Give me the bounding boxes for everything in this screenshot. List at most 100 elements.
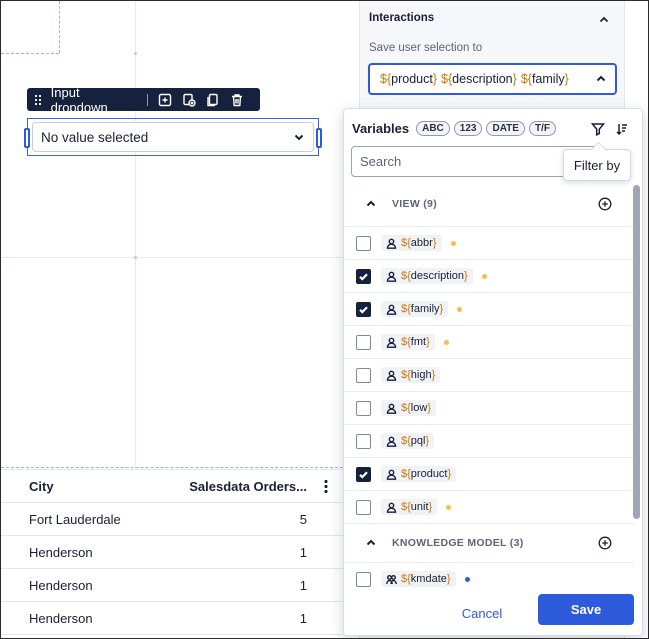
popover-footer: Cancel Save: [344, 589, 642, 635]
filter-icon[interactable]: [590, 122, 606, 137]
group-user-icon: [386, 574, 397, 585]
check-icon: [359, 272, 368, 281]
more-vertical-icon: [324, 479, 328, 493]
cell-orders: 1: [299, 610, 307, 626]
canvas-guide: [1, 467, 343, 468]
canvas-guide: [135, 1, 136, 469]
canvas-guide: [1, 53, 59, 54]
status-dot: [443, 339, 449, 345]
checkbox-unchecked[interactable]: [356, 571, 371, 587]
variable-name: high: [410, 369, 432, 381]
status-dot: [446, 504, 452, 510]
type-tag-number[interactable]: 123: [453, 121, 483, 136]
cell-orders: 5: [299, 511, 307, 527]
variable-pill: ${fmt}: [381, 334, 435, 350]
selected-variables: ${product} ${description} ${family}: [380, 72, 589, 86]
data-table: City Salesdata Orders... Fort Lauderdale…: [1, 469, 343, 635]
component-toolbar: Input dropdown: [27, 85, 260, 115]
selected-variable-token: ${family}: [520, 72, 569, 86]
group-header-view[interactable]: VIEW (9): [344, 185, 634, 223]
checkbox-unchecked[interactable]: [356, 334, 371, 350]
checkbox-checked[interactable]: [356, 301, 371, 317]
copy-icon[interactable]: [206, 93, 220, 107]
variable-row[interactable]: ${abbr}: [344, 226, 634, 259]
popover-header: Variables ABC 123 DATE T/F: [352, 121, 560, 136]
cell-city: Fort Lauderdale: [29, 511, 121, 527]
checkbox-unchecked[interactable]: [356, 235, 371, 251]
canvas-guide: [1, 257, 343, 258]
check-icon: [359, 470, 368, 479]
variable-pill: ${product}: [381, 466, 457, 482]
column-menu-button[interactable]: [311, 479, 341, 493]
checkbox-unchecked[interactable]: [356, 367, 371, 383]
user-icon: [386, 469, 397, 480]
dropdown-select[interactable]: No value selected: [32, 122, 314, 152]
toolbar-divider: [147, 93, 148, 106]
type-tag-text[interactable]: ABC: [416, 121, 450, 136]
user-icon: [386, 436, 397, 447]
group-header-knowledge-model[interactable]: KNOWLEDGE MODEL (3): [344, 523, 634, 561]
type-tag-date[interactable]: DATE: [486, 121, 525, 136]
user-icon: [386, 337, 397, 348]
dropdown-value: No value selected: [41, 129, 149, 145]
checkbox-unchecked[interactable]: [356, 400, 371, 416]
checkbox-checked[interactable]: [356, 466, 371, 482]
resize-handle-right[interactable]: [316, 128, 322, 148]
input-dropdown-component[interactable]: No value selected: [24, 118, 322, 156]
variable-row[interactable]: ${low}: [344, 391, 634, 424]
column-header-orders[interactable]: Salesdata Orders...: [186, 479, 311, 494]
variable-row[interactable]: ${high}: [344, 358, 634, 391]
popover-scrollbar[interactable]: [633, 185, 640, 519]
group-label: KNOWLEDGE MODEL (3): [392, 536, 524, 549]
variable-name: kmdate: [410, 573, 447, 585]
variable-name: fmt: [410, 336, 427, 348]
variable-name: family: [410, 303, 440, 315]
save-button[interactable]: Save: [538, 594, 634, 625]
status-dot: [457, 306, 463, 312]
cancel-button[interactable]: Cancel: [452, 601, 512, 625]
add-circle-icon[interactable]: [598, 536, 612, 550]
checkbox-checked[interactable]: [356, 268, 371, 284]
sort-icon[interactable]: [615, 122, 629, 136]
chevron-up-icon[interactable]: [365, 537, 377, 549]
chevron-up-icon[interactable]: [365, 198, 377, 210]
resize-handle-left[interactable]: [24, 128, 30, 148]
group-label: VIEW (9): [392, 198, 437, 210]
variable-row[interactable]: ${product}: [344, 457, 634, 490]
checkbox-unchecked[interactable]: [356, 433, 371, 449]
variable-name: product: [410, 468, 448, 480]
variable-row[interactable]: ${description}: [344, 259, 634, 292]
selected-variable-token: ${description}: [441, 72, 517, 86]
variable-name: abbr: [410, 237, 433, 249]
variable-select-input[interactable]: ${product} ${description} ${family}: [368, 63, 617, 95]
variable-name: unit: [410, 501, 429, 513]
save-selection-label: Save user selection to: [369, 42, 483, 54]
status-dot: [481, 273, 487, 279]
variable-pill: ${abbr}: [381, 235, 442, 251]
variable-row[interactable]: ${unit}: [344, 490, 634, 523]
variable-row[interactable]: ${pql}: [344, 424, 634, 457]
filter-tooltip: Filter by: [563, 149, 631, 181]
user-icon: [386, 271, 397, 282]
trash-icon[interactable]: [230, 93, 244, 107]
cell-city: Henderson: [29, 610, 93, 626]
variable-row[interactable]: ${fmt}: [344, 325, 634, 358]
duplicate-add-icon[interactable]: [182, 93, 196, 107]
checkbox-unchecked[interactable]: [356, 499, 371, 515]
column-header-city[interactable]: City: [1, 479, 186, 494]
status-dot: [464, 576, 470, 582]
variable-row[interactable]: ${family}: [344, 292, 634, 325]
chevron-up-icon: [595, 73, 607, 85]
canvas-guide: [59, 1, 60, 53]
user-icon: [386, 304, 397, 315]
user-icon: [386, 403, 397, 414]
add-component-icon[interactable]: [158, 93, 172, 107]
drag-handle-icon[interactable]: [33, 93, 43, 106]
add-circle-icon[interactable]: [598, 197, 612, 211]
type-tag-boolean[interactable]: T/F: [528, 121, 556, 136]
popover-title: Variables: [352, 121, 410, 136]
chevron-up-icon[interactable]: [598, 13, 610, 25]
cell-orders: 1: [299, 544, 307, 560]
variables-popover: Variables ABC 123 DATE T/F VIEW (9) ${ab…: [343, 108, 643, 636]
cell-city: Henderson: [29, 577, 93, 593]
